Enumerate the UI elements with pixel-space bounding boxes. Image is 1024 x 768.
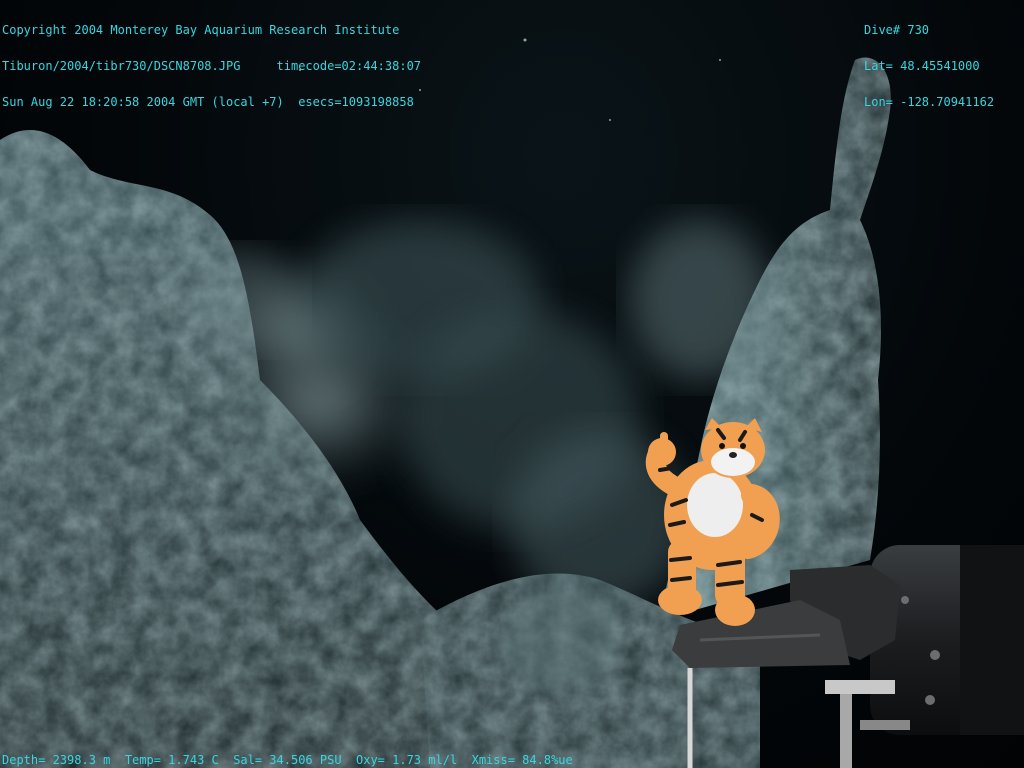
deep-sea-photo: Copyright 2004 Monterey Bay Aquarium Res…: [0, 0, 1024, 768]
longitude: Lon= -128.70941162: [864, 95, 995, 109]
overlay-header-right: Dive# 730 Lat= 48.45541000 Lon= -128.709…: [864, 0, 994, 132]
latitude: Lat= 48.45541000: [864, 59, 980, 73]
overlay-header-left: Copyright 2004 Monterey Bay Aquarium Res…: [2, 0, 421, 132]
file-timecode-line: Tiburon/2004/tibr730/DSCN8708.JPG timeco…: [2, 59, 422, 73]
dive-number: Dive# 730: [864, 23, 930, 37]
date-esecs-line: Sun Aug 22 18:20:58 2004 GMT (local +7) …: [2, 95, 414, 109]
sensor-readout-footer: Depth= 2398.3 m Temp= 1.743 C Sal= 34.50…: [2, 753, 573, 767]
copyright-line: Copyright 2004 Monterey Bay Aquarium Res…: [2, 23, 400, 37]
